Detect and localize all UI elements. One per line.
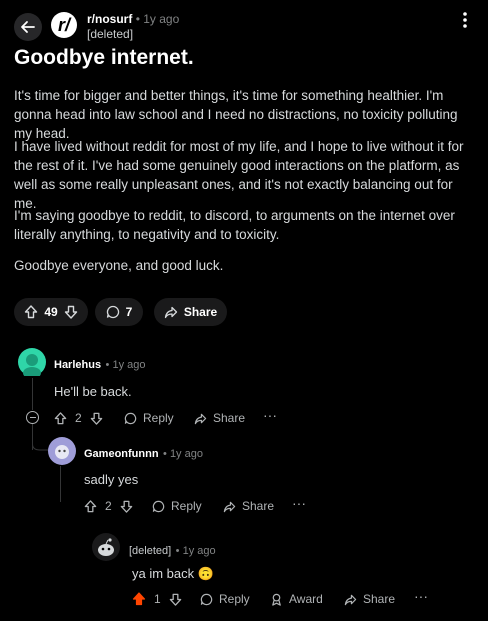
share-label: Share — [242, 499, 275, 513]
comment-author[interactable]: Harlehus — [54, 359, 101, 371]
upvote-icon[interactable] — [132, 592, 146, 606]
share-icon — [194, 413, 207, 424]
share-button[interactable]: Share — [194, 411, 245, 425]
vote-count: 49 — [44, 305, 58, 319]
comments-button[interactable]: 7 — [95, 298, 143, 326]
comment-text: He'll be back. — [54, 384, 132, 399]
back-arrow-icon — [21, 21, 35, 33]
share-label: Share — [213, 411, 246, 425]
post-time: 1y ago — [143, 12, 180, 26]
comment-icon — [200, 593, 213, 605]
comment-icon — [152, 500, 165, 512]
comment-body: ya im back — [132, 566, 195, 581]
subreddit-avatar[interactable]: r/ — [51, 12, 77, 38]
share-icon — [223, 501, 236, 512]
reply-label: Reply — [171, 499, 202, 513]
emoji: 🙃 — [197, 566, 214, 581]
post-paragraph: I have lived without reddit for most of … — [14, 139, 464, 211]
thread-line — [32, 378, 33, 410]
post-title: Goodbye internet. — [14, 46, 194, 69]
subreddit-line: r/nosurf • 1y ago — [87, 12, 180, 26]
reply-label: Reply — [219, 592, 250, 606]
reply-label: Reply — [143, 411, 174, 425]
award-button[interactable]: Award — [270, 592, 323, 606]
comment-author[interactable]: Gameonfunnn — [84, 448, 159, 460]
comment-header: [deleted] • 1y ago — [129, 545, 216, 557]
more-icon[interactable]: ··· — [414, 588, 428, 604]
comment-vote: 2 — [54, 411, 103, 425]
comment-author[interactable]: [deleted] — [129, 545, 171, 557]
subreddit-name[interactable]: r/nosurf — [87, 12, 132, 26]
vote-count: 1 — [154, 592, 161, 606]
post-author[interactable]: [deleted] — [87, 27, 133, 41]
share-label: Share — [183, 305, 218, 319]
downvote-icon[interactable] — [169, 593, 182, 606]
upvote-icon[interactable] — [84, 499, 97, 513]
comment-header: Harlehus • 1y ago — [54, 359, 146, 371]
share-button[interactable]: Share — [154, 298, 227, 326]
vote-pill: 49 — [14, 298, 88, 326]
reply-button[interactable]: Reply — [152, 499, 202, 513]
award-label: Award — [289, 592, 323, 606]
comment-vote: 1 — [132, 592, 182, 606]
upvote-icon[interactable] — [24, 305, 38, 319]
downvote-icon[interactable] — [120, 500, 133, 513]
comment-time: 1y ago — [112, 359, 146, 371]
post-paragraph: Goodbye everyone, and good luck. — [14, 258, 224, 273]
avatar[interactable] — [18, 348, 46, 379]
more-icon[interactable] — [455, 10, 475, 36]
collapse-icon[interactable] — [26, 411, 39, 424]
vote-count: 2 — [75, 411, 82, 425]
comment-time: 1y ago — [169, 448, 203, 460]
comment-text: ya im back 🙃 — [132, 566, 214, 582]
reply-button[interactable]: Reply — [200, 592, 250, 606]
post-paragraph: It's time for bigger and better things, … — [14, 88, 458, 141]
comment-vote: 2 — [84, 499, 133, 513]
avatar[interactable] — [92, 533, 120, 561]
share-button[interactable]: Share — [344, 592, 395, 606]
comment-time: 1y ago — [182, 545, 216, 557]
upvote-icon[interactable] — [54, 411, 67, 425]
back-button[interactable] — [14, 13, 42, 41]
award-icon — [272, 593, 281, 606]
share-icon — [164, 306, 177, 319]
more-icon[interactable]: ··· — [263, 407, 277, 423]
comment-icon — [124, 412, 137, 424]
comment-header: Gameonfunnn • 1y ago — [84, 448, 203, 460]
share-icon — [344, 594, 357, 605]
comment-text: sadly yes — [84, 472, 139, 487]
downvote-icon[interactable] — [90, 412, 103, 425]
downvote-icon[interactable] — [64, 305, 78, 319]
vote-count: 2 — [105, 499, 112, 513]
post-paragraph: I'm saying goodbye to reddit, to discord… — [14, 208, 455, 242]
comment-count: 7 — [125, 305, 133, 319]
share-label: Share — [363, 592, 396, 606]
share-button[interactable]: Share — [223, 499, 274, 513]
thread-line — [60, 466, 61, 502]
comment-icon — [106, 305, 119, 319]
avatar[interactable] — [48, 437, 76, 465]
more-icon[interactable]: ··· — [292, 495, 306, 511]
reply-button[interactable]: Reply — [124, 411, 174, 425]
